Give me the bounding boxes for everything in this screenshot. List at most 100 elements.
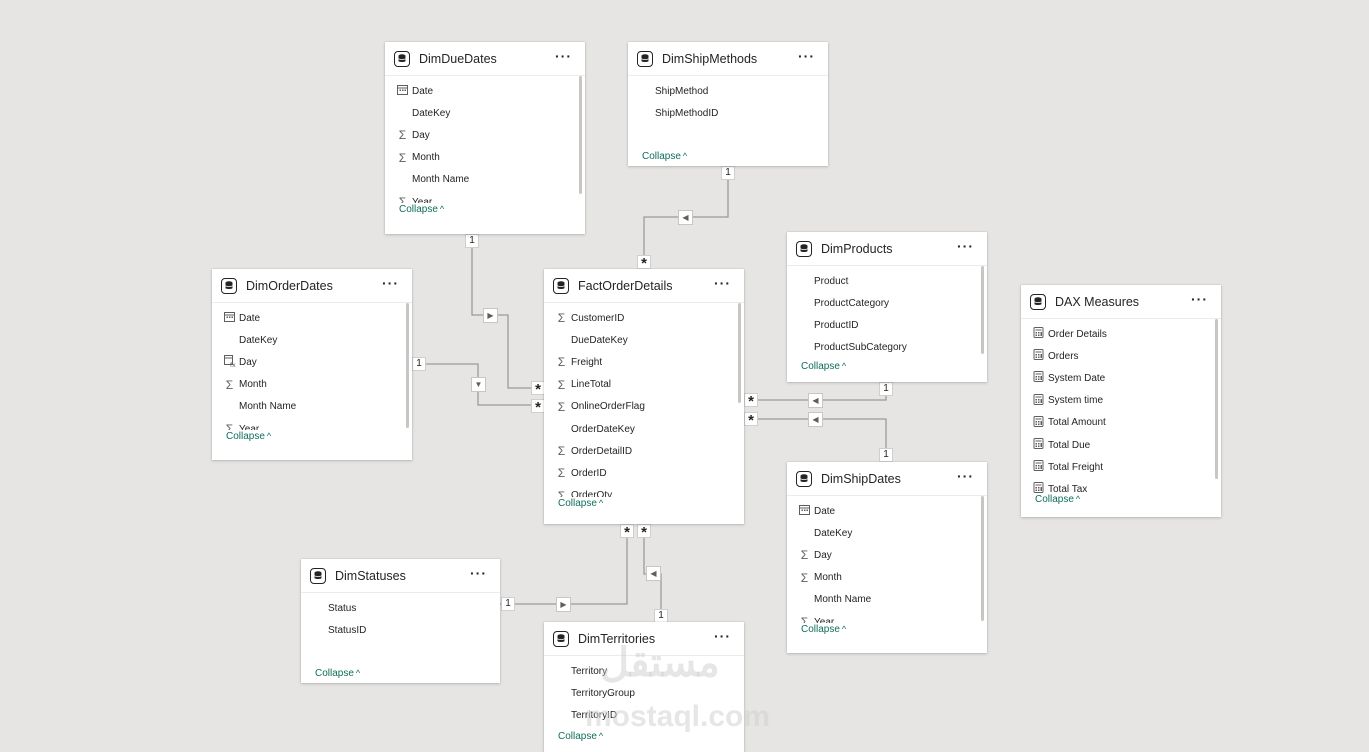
- scrollbar[interactable]: [738, 303, 741, 403]
- collapse-link[interactable]: Collapse ^: [801, 624, 846, 635]
- field-row[interactable]: Date: [385, 80, 585, 102]
- field-row[interactable]: Σ Month: [212, 374, 412, 396]
- table-title: DimOrderDates: [246, 278, 333, 293]
- table-header[interactable]: DimStatuses ···: [301, 559, 500, 593]
- collapse-link[interactable]: Collapse ^: [399, 204, 444, 215]
- table-card-dimstatuses[interactable]: DimStatuses ··· Status StatusID Collapse ^: [301, 559, 500, 683]
- field-row[interactable]: Σ CustomerID: [544, 307, 744, 329]
- field-row[interactable]: Σ Day: [385, 124, 585, 146]
- field-row[interactable]: OrderDateKey: [544, 418, 744, 440]
- more-options-button[interactable]: ···: [466, 566, 491, 584]
- field-row[interactable]: Σ LineTotal: [544, 374, 744, 396]
- more-options-button[interactable]: ···: [1187, 292, 1212, 310]
- table-header[interactable]: DimProducts ···: [787, 232, 987, 266]
- more-options-button[interactable]: ···: [953, 239, 978, 257]
- calc-column-icon: fx: [223, 354, 236, 370]
- scrollbar[interactable]: [981, 266, 984, 354]
- collapse-link[interactable]: Collapse ^: [642, 151, 687, 162]
- field-row[interactable]: Month Name: [212, 396, 412, 418]
- field-row[interactable]: Order Details: [1021, 323, 1221, 345]
- field-row[interactable]: Date: [787, 500, 987, 522]
- collapse-link[interactable]: Collapse ^: [226, 431, 271, 442]
- table-header[interactable]: DimShipMethods ···: [628, 42, 828, 76]
- field-list[interactable]: Order Details Orders System Date System tim…: [1021, 319, 1221, 493]
- field-list[interactable]: Date DateKey fx Day Σ Month Month Name Σ Year: [212, 303, 412, 430]
- field-row[interactable]: Total Freight: [1021, 456, 1221, 478]
- field-list[interactable]: Date DateKey Σ Day Σ Month Month Name Σ Year: [385, 76, 585, 203]
- table-header[interactable]: DimDueDates ···: [385, 42, 585, 76]
- field-row[interactable]: ProductCategory: [787, 292, 987, 314]
- collapse-link[interactable]: Collapse ^: [558, 498, 603, 509]
- field-list[interactable]: Product ProductCategory ProductID ProductSu…: [787, 266, 987, 360]
- field-list[interactable]: Date DateKey Σ Day Σ Month Month Name Σ Year: [787, 496, 987, 623]
- table-card-dimshipdates[interactable]: DimShipDates ··· Date DateKey Σ Day Σ Month Mont…: [787, 462, 987, 653]
- field-row[interactable]: Month Name: [787, 589, 987, 611]
- field-row[interactable]: Σ Month: [787, 567, 987, 589]
- table-header[interactable]: DAX Measures ···: [1021, 285, 1221, 319]
- more-options-button[interactable]: ···: [710, 276, 735, 294]
- more-options-button[interactable]: ···: [551, 49, 576, 67]
- field-row[interactable]: Σ Day: [787, 544, 987, 566]
- collapse-link[interactable]: Collapse ^: [1035, 494, 1080, 505]
- table-card-dimproducts[interactable]: DimProducts ··· Product ProductCategory Prod…: [787, 232, 987, 382]
- measure-icon: [1032, 371, 1045, 385]
- scrollbar[interactable]: [1215, 319, 1218, 479]
- field-row[interactable]: ShipMethod: [628, 80, 828, 102]
- field-row[interactable]: Σ OrderDetailID: [544, 440, 744, 462]
- table-header[interactable]: DimOrderDates ···: [212, 269, 412, 303]
- field-row[interactable]: ShipMethodID: [628, 102, 828, 124]
- collapse-label: Collapse: [558, 498, 597, 509]
- field-row[interactable]: Month Name: [385, 169, 585, 191]
- table-card-daxmeasures[interactable]: DAX Measures ··· Order Details Orders System…: [1021, 285, 1221, 517]
- field-row[interactable]: System time: [1021, 390, 1221, 412]
- field-row[interactable]: Σ Month: [385, 147, 585, 169]
- field-row[interactable]: Status: [301, 597, 500, 619]
- field-row[interactable]: Σ Freight: [544, 351, 744, 373]
- field-row[interactable]: Orders: [1021, 345, 1221, 367]
- more-options-button[interactable]: ···: [794, 49, 819, 67]
- field-row[interactable]: DateKey: [385, 102, 585, 124]
- field-row[interactable]: Σ OrderQty: [544, 485, 744, 497]
- field-row[interactable]: System Date: [1021, 367, 1221, 389]
- table-header[interactable]: DimShipDates ···: [787, 462, 987, 496]
- chevron-up-icon: ^: [1075, 494, 1081, 504]
- field-row[interactable]: DueDateKey: [544, 329, 744, 351]
- filter-direction-icon: ◀: [809, 413, 822, 426]
- field-list[interactable]: Status StatusID: [301, 593, 500, 667]
- table-card-dimduedates[interactable]: DimDueDates ··· Date DateKey Σ Day Σ Month Month…: [385, 42, 585, 234]
- field-name: DueDateKey: [571, 334, 628, 346]
- scrollbar[interactable]: [579, 76, 582, 194]
- field-row[interactable]: Total Tax: [1021, 478, 1221, 493]
- field-list[interactable]: Σ CustomerID DueDateKey Σ Freight Σ LineTotal Σ…: [544, 303, 744, 497]
- chevron-up-icon: ^: [841, 361, 847, 371]
- field-row[interactable]: Σ Year: [787, 611, 987, 623]
- field-row[interactable]: Date: [212, 307, 412, 329]
- field-row[interactable]: Σ Year: [212, 418, 412, 430]
- field-row[interactable]: Product: [787, 270, 987, 292]
- table-card-factorderdetails[interactable]: FactOrderDetails ··· Σ CustomerID DueDateKey…: [544, 269, 744, 524]
- field-row[interactable]: DateKey: [787, 522, 987, 544]
- field-row[interactable]: Σ OrderID: [544, 462, 744, 484]
- field-row[interactable]: Total Amount: [1021, 412, 1221, 434]
- more-options-button[interactable]: ···: [953, 469, 978, 487]
- table-header[interactable]: FactOrderDetails ···: [544, 269, 744, 303]
- table-card-dimshipmethods[interactable]: DimShipMethods ··· ShipMethod ShipMethodID C…: [628, 42, 828, 166]
- collapse-link[interactable]: Collapse ^: [315, 668, 360, 679]
- field-row[interactable]: ProductSubCategory: [787, 337, 987, 359]
- more-options-button[interactable]: ···: [378, 276, 403, 294]
- field-name: Date: [239, 312, 261, 324]
- field-row[interactable]: fx Day: [212, 351, 412, 373]
- field-row[interactable]: ProductID: [787, 314, 987, 336]
- scrollbar[interactable]: [981, 496, 984, 621]
- field-row[interactable]: StatusID: [301, 619, 500, 641]
- field-row[interactable]: Total Due: [1021, 434, 1221, 456]
- field-row[interactable]: Σ OnlineOrderFlag: [544, 396, 744, 418]
- field-list[interactable]: ShipMethod ShipMethodID: [628, 76, 828, 150]
- field-name: ProductID: [814, 319, 859, 331]
- collapse-link[interactable]: Collapse ^: [801, 361, 846, 372]
- field-row[interactable]: Σ Year: [385, 191, 585, 203]
- field-row[interactable]: DateKey: [212, 329, 412, 351]
- table-card-dimorderdates[interactable]: DimOrderDates ··· Date DateKey fx Day Σ Month Mo…: [212, 269, 412, 460]
- cardinality-one-marker: 1: [502, 598, 514, 610]
- scrollbar[interactable]: [406, 303, 409, 428]
